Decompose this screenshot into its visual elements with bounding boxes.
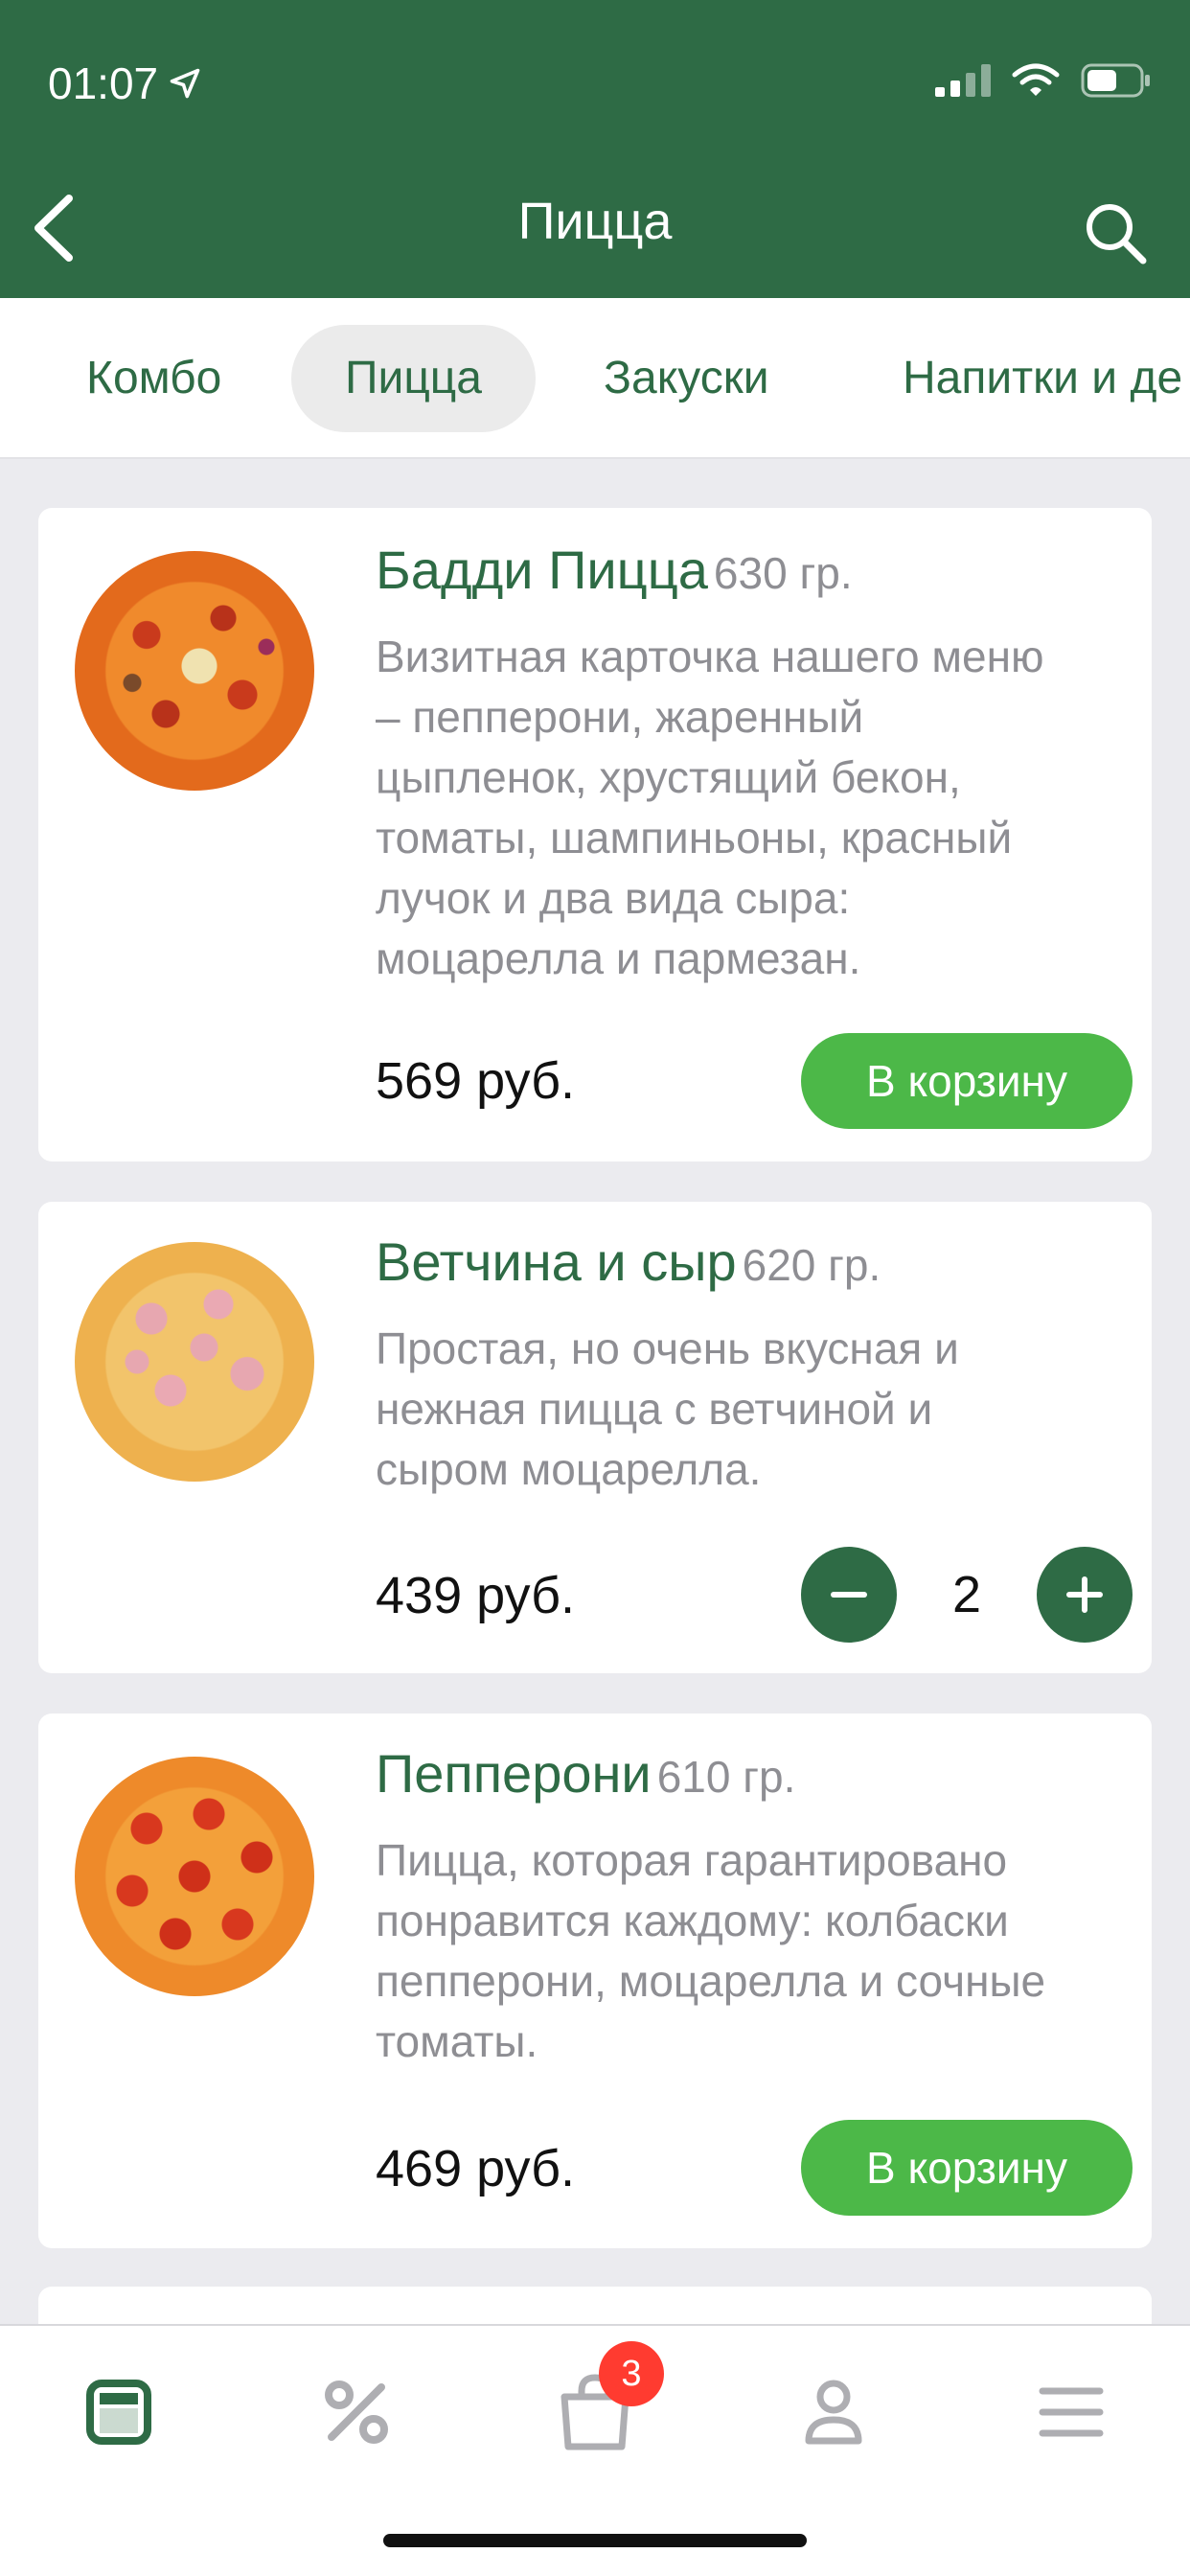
menu-icon [86,2380,151,2445]
wifi-icon [1012,63,1060,96]
increase-button[interactable] [1037,1547,1133,1643]
product-weight: 630 гр. [713,548,853,598]
description-line: нежная пицца с ветчиной и [376,1384,933,1434]
product-description: Пицца, которая гарантировано понравится … [376,1830,1133,2072]
search-icon [1087,204,1147,264]
description-line: томаты, шампиньоны, красный [376,813,1013,862]
cart-badge: 3 [599,2341,664,2406]
product-name: Ветчина и сыр [376,1231,737,1292]
description-line: цыпленок, хрустящий бекон, [376,752,961,802]
product-weight: 620 гр. [742,1240,881,1290]
profile-icon [805,2380,862,2445]
tab-profile[interactable] [786,2364,881,2460]
add-to-cart-button[interactable]: В корзину [801,1033,1133,1129]
tab-more[interactable] [1023,2364,1119,2460]
quantity-stepper: 2 [801,1547,1133,1643]
product-name: Пепперони [376,1743,652,1804]
product-price: 439 руб. [376,1567,576,1624]
description-line: сыром моцарелла. [376,1444,762,1494]
status-time-text: 01:07 [48,58,159,108]
decrease-button[interactable] [801,1547,897,1643]
status-indicators [935,63,1152,98]
product-title: Ветчина и сыр 620 гр. [376,1230,881,1293]
pizza-image [75,1242,314,1482]
search-button[interactable] [1079,196,1152,269]
product-name: Бадди Пицца [376,540,708,600]
app-header: 01:07 Пицца [0,0,1190,298]
category-tabs: Комбо Пицца Закуски Напитки и де [0,298,1190,459]
tab-pizza[interactable]: Пицца [291,325,536,432]
quantity-value: 2 [951,1566,982,1623]
status-time: 01:07 [48,58,202,109]
battery-icon [1081,63,1150,98]
plus-icon [1066,1576,1103,1613]
minus-icon [831,1592,867,1598]
location-arrow-icon [170,68,200,99]
product-card[interactable]: Бадди Пицца 630 гр. Визитная карточка наш… [38,508,1152,1162]
home-indicator [383,2534,807,2547]
description-line: понравится каждому: колбаски [376,1896,1009,1945]
description-line: моцарелла и пармезан. [376,933,861,983]
hamburger-icon [1039,2387,1104,2437]
product-card[interactable]: Ветчина и сыр 620 гр. Простая, но очень в… [38,1202,1152,1673]
product-title: Бадди Пицца 630 гр. [376,539,853,601]
product-description: Простая, но очень вкусная и нежная пицца… [376,1319,1133,1500]
signal-icon [935,64,991,97]
product-description: Визитная карточка нашего меню – пепперон… [376,627,1133,989]
tab-combo[interactable]: Комбо [33,325,275,432]
product-weight: 610 гр. [656,1752,796,1802]
description-line: – пепперони, жаренный [376,692,864,742]
product-card[interactable]: Пепперони 610 гр. Пицца, которая гарантир… [38,1714,1152,2248]
tab-drinks[interactable]: Напитки и де [849,325,1190,432]
pizza-image [75,551,314,791]
description-line: лучок и два вида сыра: [376,873,851,923]
tab-menu[interactable] [71,2364,167,2460]
add-to-cart-button[interactable]: В корзину [801,2120,1133,2216]
percent-icon [325,2380,388,2444]
product-title: Пепперони 610 гр. [376,1742,795,1805]
tab-promotions[interactable] [309,2364,404,2460]
page-title: Пицца [517,193,673,250]
description-line: пепперони, моцарелла и сочные [376,1956,1046,2006]
product-price: 469 руб. [376,2140,576,2197]
description-line: Простая, но очень вкусная и [376,1323,959,1373]
product-price: 569 руб. [376,1052,576,1110]
tab-snacks[interactable]: Закуски [550,325,823,432]
description-line: Пицца, которая гарантировано [376,1835,1008,1885]
description-line: томаты. [376,2016,538,2066]
pizza-image [75,1757,314,1996]
description-line: Визитная карточка нашего меню [376,632,1044,681]
